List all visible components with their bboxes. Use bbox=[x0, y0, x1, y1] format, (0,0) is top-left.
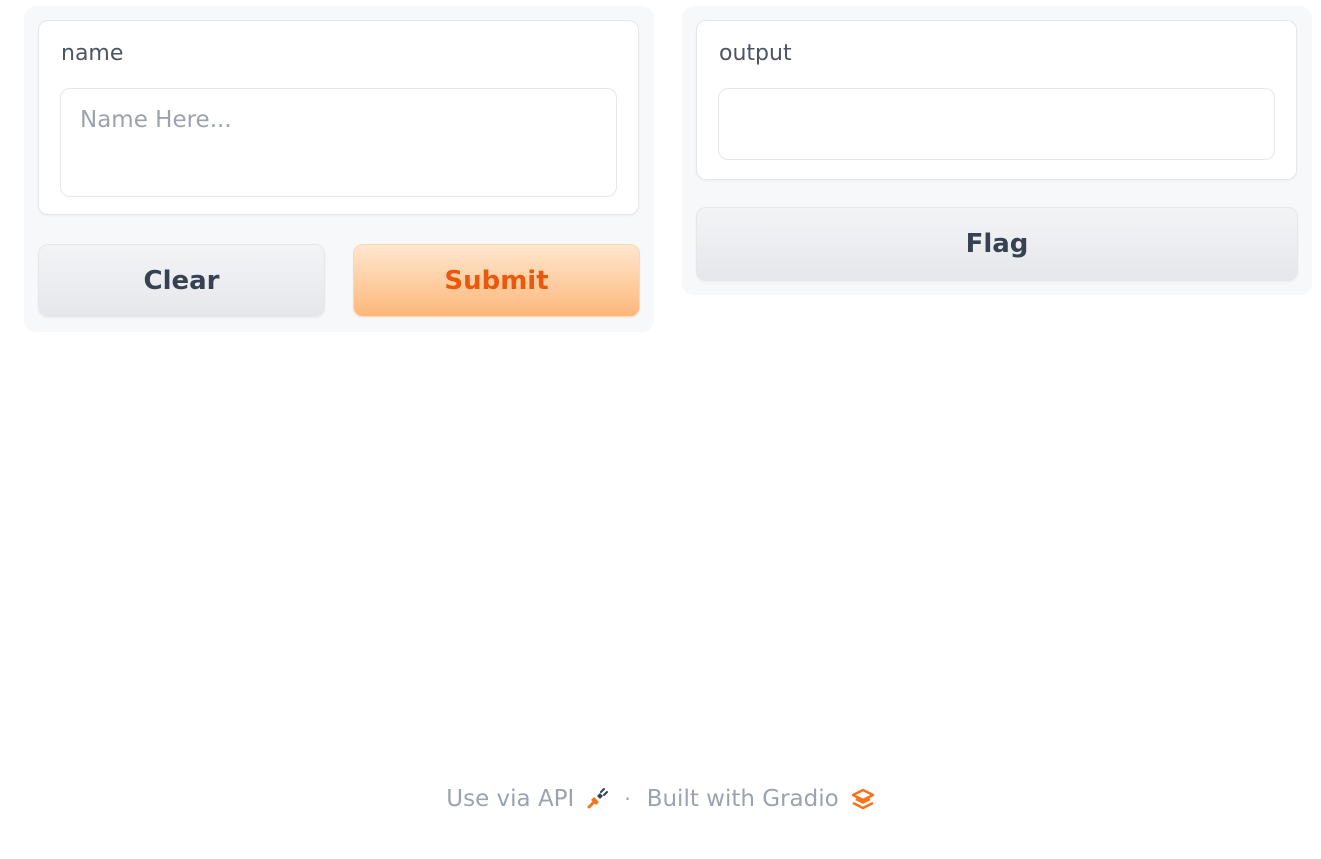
gradio-logo-icon bbox=[851, 788, 874, 810]
clear-button[interactable]: Clear bbox=[38, 244, 325, 317]
name-input-placeholder: Name Here... bbox=[80, 107, 232, 133]
output-field[interactable] bbox=[718, 88, 1275, 160]
submit-button[interactable]: Submit bbox=[353, 244, 640, 317]
use-via-api-label: Use via API bbox=[446, 786, 575, 812]
flag-button[interactable]: Flag bbox=[696, 207, 1298, 281]
rocket-plug-icon bbox=[587, 788, 609, 809]
footer: Use via API · Built with Gradio bbox=[0, 786, 1321, 812]
gradio-app: name Name Here... Clear Submit output Fl… bbox=[0, 0, 1321, 859]
name-input[interactable]: Name Here... bbox=[60, 88, 617, 197]
output-label: output bbox=[719, 41, 792, 66]
name-label: name bbox=[61, 41, 124, 66]
built-with-gradio-label: Built with Gradio bbox=[646, 786, 839, 812]
output-textbox-block: output bbox=[696, 20, 1297, 180]
use-via-api-link[interactable]: Use via API bbox=[446, 786, 609, 812]
name-textbox-block: name Name Here... bbox=[38, 20, 639, 215]
input-panel: name Name Here... Clear Submit bbox=[24, 6, 654, 332]
output-panel: output Flag bbox=[682, 6, 1312, 295]
footer-separator: · bbox=[624, 787, 631, 811]
built-with-gradio-link[interactable]: Built with Gradio bbox=[647, 786, 875, 812]
